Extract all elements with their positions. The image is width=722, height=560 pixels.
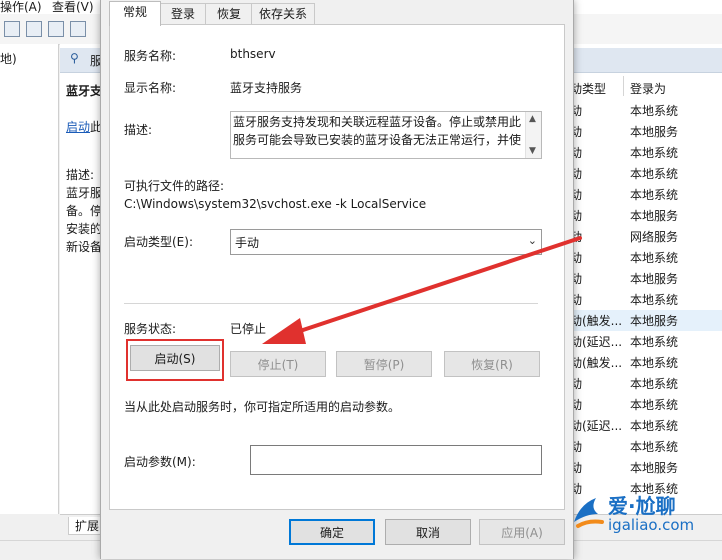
watermark: 爱·尬聊 igaliao.com [568, 490, 720, 542]
tab-general[interactable]: 常规 [109, 1, 161, 26]
watermark-title: 爱·尬聊 [608, 494, 676, 518]
watermark-logo-icon [574, 498, 604, 528]
annotation-arrow [262, 236, 582, 344]
arrow-shaft [292, 236, 582, 335]
watermark-url: igaliao.com [608, 516, 695, 534]
arrow-head [262, 318, 306, 344]
